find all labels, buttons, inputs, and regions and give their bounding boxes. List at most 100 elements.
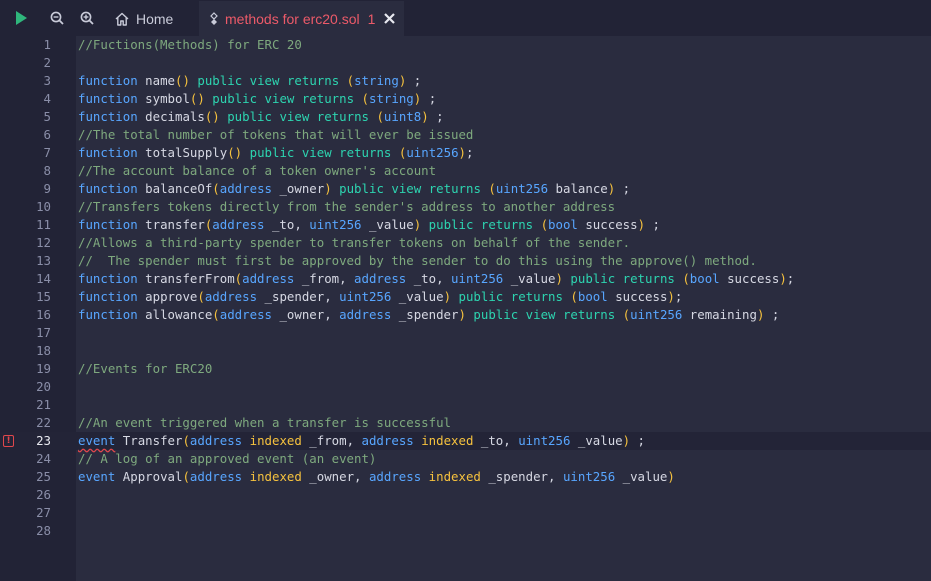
code-line[interactable]: 11 function transfer (address _to, uint256… (0, 216, 931, 234)
line-number: 16 (36, 307, 51, 322)
code-line[interactable]: 22 //An event triggered when a transfer i… (0, 414, 931, 432)
code-line[interactable]: 1 //Fuctions(Methods) for ERC 20 (0, 36, 931, 54)
code-token: () (175, 73, 190, 88)
line-number: 19 (36, 361, 51, 376)
code-line[interactable]: 15 function approve(address _spender, uin… (0, 288, 931, 306)
line-number: 21 (36, 397, 51, 412)
line-number: 9 (43, 181, 51, 196)
line-number: 24 (36, 451, 51, 466)
code-editor[interactable]: 1//Fuctions(Methods) for ERC 20 2 3 functio… (0, 36, 931, 581)
run-button[interactable] (10, 6, 32, 30)
code-token: public (473, 307, 519, 322)
close-tab-button[interactable] (384, 13, 396, 24)
line-source: // The spender must first be approved by… (78, 252, 757, 270)
code-token: _to, (406, 271, 452, 286)
code-token: public (212, 91, 258, 106)
code-token: returns (622, 271, 675, 286)
code-line[interactable]: 25 event Approval(address indexed _owner,… (0, 468, 931, 486)
code-line[interactable]: 19 //Events for ERC20 (0, 360, 931, 378)
code-line[interactable]: 2 (0, 54, 931, 72)
code-token: _value (391, 289, 444, 304)
code-token: ( (376, 109, 384, 124)
code-token: ( (570, 289, 578, 304)
code-token: returns (301, 91, 355, 106)
code-token: _value (361, 217, 414, 232)
line-number: 20 (36, 379, 51, 394)
code-line[interactable]: 17 (0, 324, 931, 342)
code-token: function (78, 307, 138, 322)
code-token: // The spender must first be approved by… (78, 253, 757, 268)
code-token: name (137, 73, 175, 88)
tab-home[interactable]: Home (106, 1, 200, 36)
code-token: address (354, 271, 407, 286)
code-line[interactable]: 12 //Allows a third-party spender to tran… (0, 234, 931, 252)
line-source: //The total number of tokens that will e… (78, 126, 473, 144)
code-line[interactable]: 18 (0, 342, 931, 360)
code-token: uint256 (518, 433, 571, 448)
line-source: //Events for ERC20 (78, 360, 212, 378)
code-token: ; (630, 433, 646, 448)
code-line[interactable]: 8 //The account balance of a token owner'… (0, 162, 931, 180)
code-token: ) (555, 271, 563, 286)
code-token: indexed (249, 433, 302, 448)
line-number: 17 (36, 325, 51, 340)
code-line[interactable]: 16 function allowance(address _owner, add… (0, 306, 931, 324)
code-line[interactable]: 3 function name() public view returns (st… (0, 72, 931, 90)
zoom-in-icon (80, 11, 94, 25)
code-token: ) (443, 289, 452, 304)
zoom-out-button[interactable] (46, 6, 68, 30)
code-token: //Allows a third-party spender to transf… (78, 235, 631, 250)
code-token: returns (562, 307, 616, 322)
code-area[interactable]: 1//Fuctions(Methods) for ERC 20 2 3 functio… (0, 36, 931, 540)
line-number: 6 (43, 127, 51, 142)
code-token: event (78, 433, 116, 448)
code-token: symbol (137, 91, 190, 106)
code-line[interactable]: 10 //Transfers tokens directly from the s… (0, 198, 931, 216)
code-token: function (78, 109, 138, 124)
code-line[interactable]: 5 function decimals() public view returns… (0, 108, 931, 126)
code-line[interactable]: 13 // The spender must first be approved … (0, 252, 931, 270)
code-line[interactable]: 28 (0, 522, 931, 540)
code-token: ) (667, 289, 675, 304)
zoom-out-icon (50, 11, 64, 25)
code-line[interactable]: 27 (0, 504, 931, 522)
code-token: _to, (264, 217, 310, 232)
code-line[interactable]: 14 function transferFrom (address _from, a… (0, 270, 931, 288)
tab-methods-for-erc20[interactable]: methods for erc20.sol 1 (199, 1, 404, 36)
code-token: returns (510, 289, 563, 304)
code-token: ) (421, 109, 429, 124)
code-token: ( (197, 289, 205, 304)
code-line[interactable]: 4 function symbol() public view returns (… (0, 90, 931, 108)
code-line[interactable]: ! 23 event Transfer(address indexed _from,… (0, 432, 931, 450)
zoom-in-button[interactable] (76, 6, 98, 30)
code-token: uint256 (562, 469, 616, 484)
code-token: address (339, 307, 392, 322)
code-line[interactable]: 20 (0, 378, 931, 396)
line-source: //Allows a third-party spender to transf… (78, 234, 630, 252)
solidity-icon (210, 11, 218, 25)
code-line[interactable]: 24 // A log of an approved event (an even… (0, 450, 931, 468)
code-line[interactable]: 21 (0, 396, 931, 414)
code-token: uint8 (383, 109, 422, 124)
code-token: //The total number of tokens that will e… (78, 127, 474, 142)
code-line[interactable]: 6 //The total number of tokens that will … (0, 126, 931, 144)
code-token: ( (212, 307, 220, 322)
code-line[interactable]: 7 function totalSupply() public view retu… (0, 144, 931, 162)
line-source: //Fuctions(Methods) for ERC 20 (78, 36, 302, 54)
code-line[interactable]: 9 function balanceOf(address _owner) publ… (0, 180, 931, 198)
code-token: address (189, 469, 243, 484)
code-token: public (458, 289, 504, 304)
code-token: string (369, 91, 414, 106)
code-token: //An event triggered when a transfer is … (78, 415, 451, 430)
code-line[interactable]: 26 (0, 486, 931, 504)
code-token: ) (779, 271, 787, 286)
